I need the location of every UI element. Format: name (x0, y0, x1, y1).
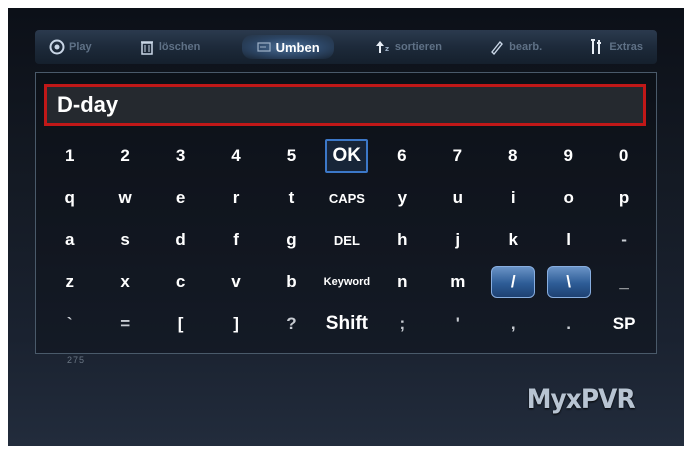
menu-item-label: Play (69, 41, 92, 53)
key-6[interactable]: 6 (374, 139, 429, 173)
key-row: q w e r t CAPS y u i o p (42, 181, 652, 215)
key-n[interactable]: n (375, 265, 430, 299)
delete-key[interactable]: DEL (319, 223, 374, 257)
menu-item-label: löschen (158, 41, 201, 53)
key-t[interactable]: t (264, 181, 319, 215)
key-1[interactable]: 1 (42, 139, 97, 173)
key-j[interactable]: j (430, 223, 485, 257)
rename-icon (256, 39, 272, 55)
tv-screen: Play löschen Umben z sortieren bearb. Ex… (8, 8, 684, 446)
key-semicolon[interactable]: ; (375, 307, 430, 341)
key-4[interactable]: 4 (208, 139, 263, 173)
key-v[interactable]: v (208, 265, 263, 299)
key-g[interactable]: g (264, 223, 319, 257)
key-row: ` = [ ] ? Shift ; ' , . SP (42, 307, 652, 341)
key-underscore[interactable]: _ (596, 265, 651, 299)
tools-icon (589, 39, 605, 55)
menu-item-extras[interactable]: Extras (583, 35, 649, 59)
svg-text:z: z (385, 45, 389, 53)
menu-item-rename[interactable]: Umben (241, 35, 334, 59)
key-left-bracket[interactable]: [ (153, 307, 208, 341)
key-equals[interactable]: = (97, 307, 152, 341)
menu-item-play[interactable]: Play (43, 35, 98, 59)
key-a[interactable]: a (42, 223, 97, 257)
key-2[interactable]: 2 (97, 139, 152, 173)
key-m[interactable]: m (430, 265, 485, 299)
key-s[interactable]: s (97, 223, 152, 257)
key-b[interactable]: b (264, 265, 319, 299)
menu-item-sort[interactable]: z sortieren (369, 35, 448, 59)
caps-key[interactable]: CAPS (319, 181, 374, 215)
key-f[interactable]: f (208, 223, 263, 257)
name-text-field[interactable]: D-day (44, 84, 646, 126)
menu-item-edit[interactable]: bearb. (483, 35, 548, 59)
key-slash[interactable]: / (486, 265, 541, 299)
key-backslash[interactable]: \ (541, 265, 596, 299)
key-hyphen[interactable]: - (596, 223, 651, 257)
key-q[interactable]: q (42, 181, 97, 215)
keyboard-panel: D-day 1 2 3 4 5 OK 6 7 8 9 0 q w e r t C… (35, 72, 657, 354)
key-comma[interactable]: , (486, 307, 541, 341)
key-d[interactable]: d (153, 223, 208, 257)
play-circle-icon (49, 39, 65, 55)
top-menu-bar: Play löschen Umben z sortieren bearb. Ex… (35, 30, 657, 64)
key-row: 1 2 3 4 5 OK 6 7 8 9 0 (42, 139, 652, 173)
on-screen-keyboard: 1 2 3 4 5 OK 6 7 8 9 0 q w e r t CAPS y (42, 139, 652, 349)
key-o[interactable]: o (541, 181, 596, 215)
key-u[interactable]: u (430, 181, 485, 215)
key-right-bracket[interactable]: ] (208, 307, 263, 341)
item-count: 275 (67, 355, 86, 365)
key-i[interactable]: i (486, 181, 541, 215)
key-x[interactable]: x (97, 265, 152, 299)
key-backtick[interactable]: ` (42, 307, 97, 341)
key-5[interactable]: 5 (264, 139, 319, 173)
key-l[interactable]: l (541, 223, 596, 257)
key-backslash-label: \ (546, 266, 591, 298)
brand-logo: MyxPVR (526, 384, 636, 415)
key-period[interactable]: . (541, 307, 596, 341)
key-0[interactable]: 0 (596, 139, 651, 173)
shift-key[interactable]: Shift (319, 307, 374, 341)
keyword-key[interactable]: Keyword (319, 265, 374, 299)
sort-icon: z (375, 39, 391, 55)
key-c[interactable]: c (153, 265, 208, 299)
key-k[interactable]: k (486, 223, 541, 257)
edit-icon (489, 39, 505, 56)
menu-item-label: Extras (609, 41, 643, 53)
key-8[interactable]: 8 (485, 139, 540, 173)
key-3[interactable]: 3 (153, 139, 208, 173)
key-9[interactable]: 9 (541, 139, 596, 173)
key-apostrophe[interactable]: ' (430, 307, 485, 341)
key-row: a s d f g DEL h j k l - (42, 223, 652, 257)
key-r[interactable]: r (208, 181, 263, 215)
menu-item-label: Umben (275, 39, 320, 55)
key-h[interactable]: h (375, 223, 430, 257)
key-w[interactable]: w (97, 181, 152, 215)
key-y[interactable]: y (375, 181, 430, 215)
key-question[interactable]: ? (264, 307, 319, 341)
key-p[interactable]: p (596, 181, 651, 215)
key-7[interactable]: 7 (430, 139, 485, 173)
key-z[interactable]: z (42, 265, 97, 299)
key-slash-label: / (491, 266, 536, 298)
ok-button[interactable]: OK (325, 139, 369, 173)
key-row: z x c v b Keyword n m / \ _ (42, 265, 652, 299)
menu-item-label: bearb. (509, 41, 543, 53)
space-key[interactable]: SP (596, 307, 651, 341)
menu-item-delete[interactable]: löschen (133, 35, 207, 59)
menu-item-label: sortieren (394, 41, 442, 53)
trash-icon (139, 39, 155, 55)
key-e[interactable]: e (153, 181, 208, 215)
